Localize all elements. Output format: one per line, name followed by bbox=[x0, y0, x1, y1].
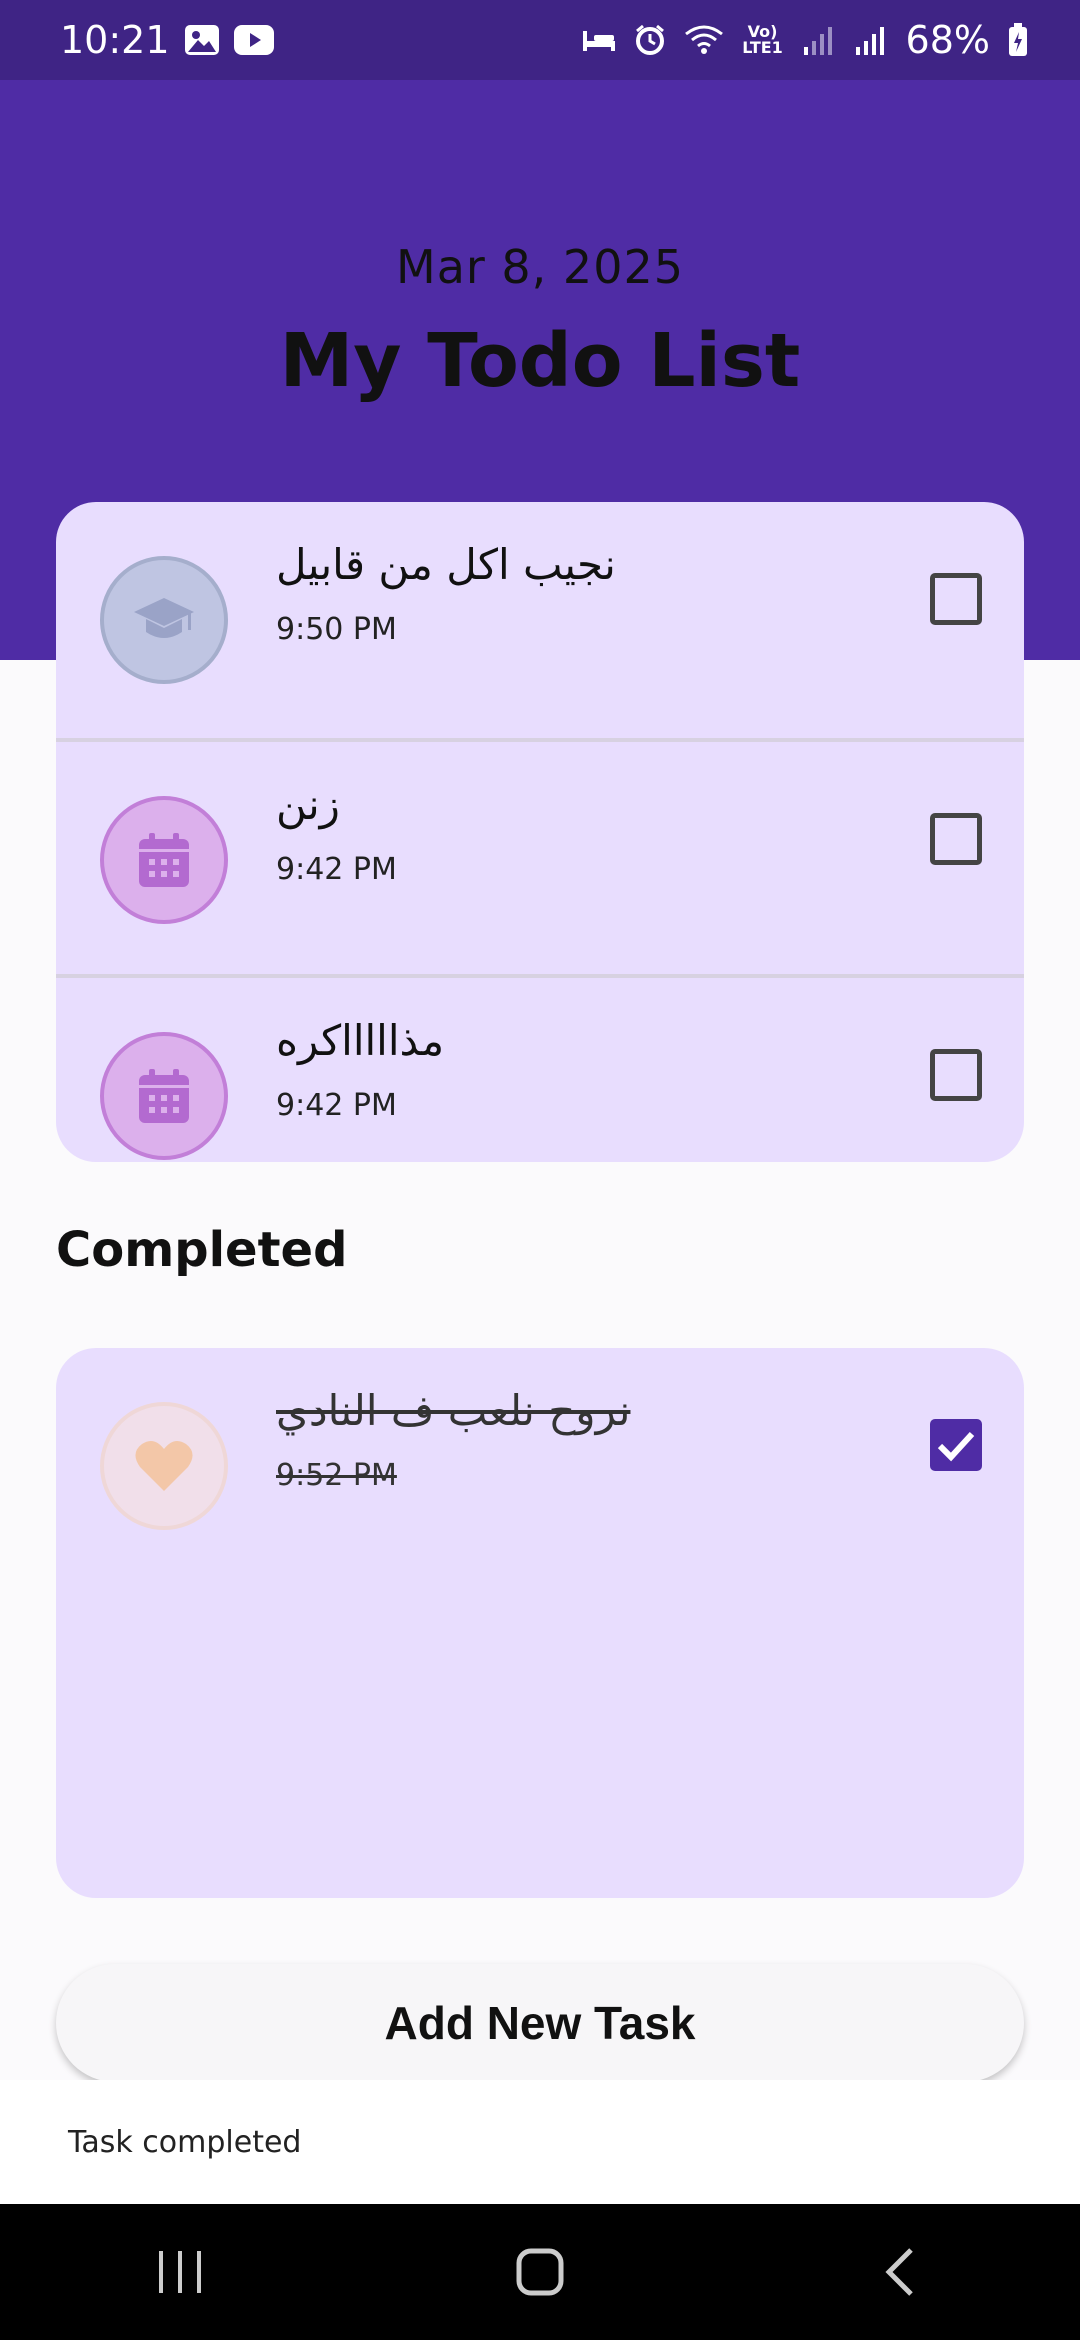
recent-apps-button[interactable] bbox=[100, 2222, 260, 2322]
home-button[interactable] bbox=[460, 2222, 620, 2322]
status-bar: 10:21 Vo) LTE1 68% bbox=[0, 0, 1080, 80]
recent-apps-icon bbox=[159, 2251, 201, 2293]
volte-icon: Vo) LTE1 bbox=[742, 22, 783, 57]
battery-icon bbox=[1008, 23, 1028, 57]
youtube-icon bbox=[233, 25, 274, 55]
heart-icon bbox=[100, 1402, 228, 1530]
back-button[interactable] bbox=[820, 2222, 980, 2322]
task-item[interactable]: زنن 9:42 PM bbox=[56, 738, 1024, 974]
wifi-icon bbox=[684, 24, 724, 56]
task-title: نروح نلعب ف النادي bbox=[276, 1386, 631, 1435]
active-tasks-card: نجيب اكل من قابيل 9:50 PM زنن 9:42 PM مذ… bbox=[56, 502, 1024, 1162]
snackbar-message: Task completed bbox=[68, 2124, 302, 2160]
task-checkbox-checked[interactable] bbox=[930, 1419, 982, 1471]
bed-icon bbox=[582, 27, 616, 53]
system-nav-bar bbox=[0, 2204, 1080, 2340]
home-icon bbox=[516, 2248, 564, 2296]
back-icon bbox=[885, 2248, 913, 2296]
status-bar-left: 10:21 bbox=[60, 18, 274, 62]
task-time: 9:42 PM bbox=[276, 1088, 397, 1123]
calendar-icon bbox=[100, 1032, 228, 1160]
alarm-icon bbox=[634, 24, 666, 56]
check-icon bbox=[937, 1431, 975, 1462]
graduation-cap-icon bbox=[100, 556, 228, 684]
signal-2-icon bbox=[854, 25, 888, 55]
task-title: مذاااااكره bbox=[276, 1016, 445, 1065]
gallery-icon bbox=[184, 24, 220, 56]
task-checkbox[interactable] bbox=[930, 573, 982, 625]
task-checkbox[interactable] bbox=[930, 813, 982, 865]
task-title: زنن bbox=[276, 780, 340, 829]
task-title: نجيب اكل من قابيل bbox=[276, 540, 616, 589]
add-new-task-button[interactable]: Add New Task bbox=[56, 1964, 1024, 2082]
battery-percent: 68% bbox=[905, 18, 990, 62]
signal-icon bbox=[802, 25, 836, 55]
task-time: 9:52 PM bbox=[276, 1458, 397, 1493]
task-item[interactable]: نجيب اكل من قابيل 9:50 PM bbox=[56, 502, 1024, 738]
completed-task-item[interactable]: نروح نلعب ف النادي 9:52 PM bbox=[56, 1348, 1024, 1584]
completed-tasks-card: نروح نلعب ف النادي 9:52 PM bbox=[56, 1348, 1024, 1898]
task-time: 9:50 PM bbox=[276, 612, 397, 647]
completed-heading: Completed bbox=[56, 1222, 348, 1278]
status-time: 10:21 bbox=[60, 18, 170, 62]
status-bar-right: Vo) LTE1 68% bbox=[582, 18, 1028, 62]
page-title: My Todo List bbox=[279, 318, 801, 404]
task-time: 9:42 PM bbox=[276, 852, 397, 887]
snackbar: Task completed bbox=[0, 2080, 1080, 2204]
task-item[interactable]: مذاااااكره 9:42 PM bbox=[56, 974, 1024, 1162]
calendar-icon bbox=[100, 796, 228, 924]
task-checkbox[interactable] bbox=[930, 1049, 982, 1101]
header-date: Mar 8, 2025 bbox=[396, 240, 684, 294]
